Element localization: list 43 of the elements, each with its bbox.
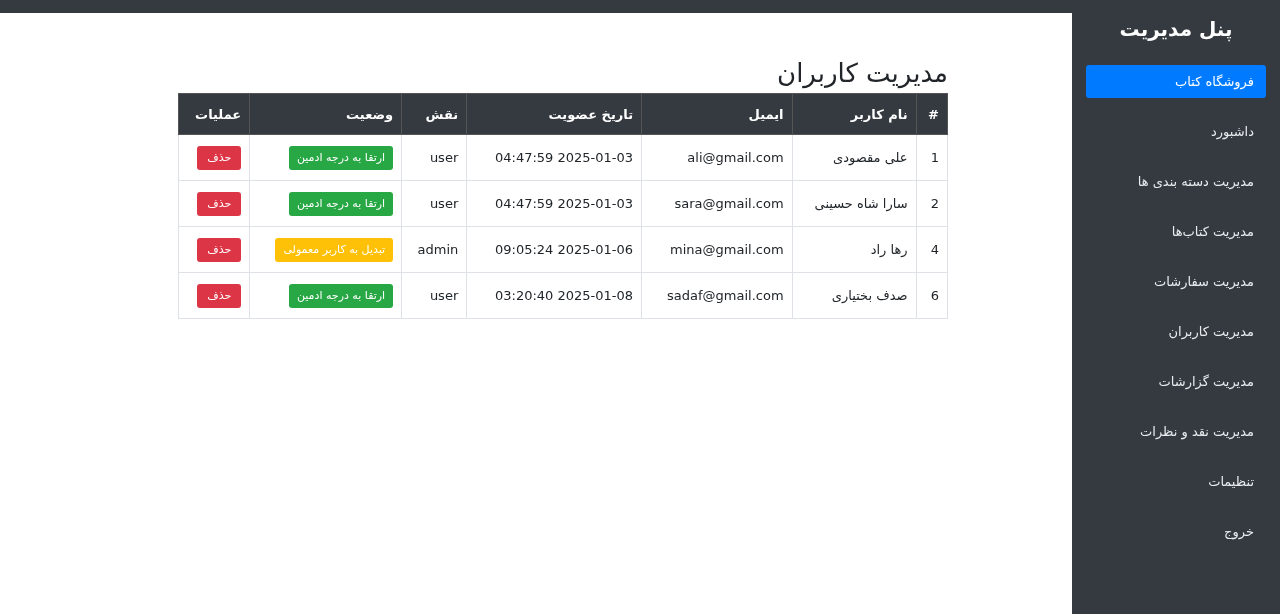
table-cell: sadaf@gmail.com: [641, 272, 793, 319]
sidebar-item[interactable]: خروج: [1086, 515, 1266, 548]
column-header: #: [916, 93, 948, 135]
sidebar-item[interactable]: مدیریت کاربران: [1086, 315, 1266, 348]
column-header: وضعیت: [249, 93, 402, 135]
table-cell: sara@gmail.com: [641, 180, 793, 227]
sidebar-title: پنل مدیریت: [1118, 17, 1234, 41]
column-header: تاریخ عضویت: [466, 93, 642, 135]
column-header: ایمیل: [641, 93, 793, 135]
table-cell: علی مقصودی: [792, 134, 917, 181]
delete-button[interactable]: حذف: [197, 283, 242, 308]
sidebar-item[interactable]: مدیریت گزارشات: [1086, 365, 1266, 398]
table-cell: mina@gmail.com: [641, 226, 793, 273]
table-cell: user: [401, 134, 467, 181]
delete-button[interactable]: حذف: [197, 237, 242, 262]
table-cell: 2025-01-03 04:47:59: [466, 134, 642, 181]
table-cell: 2: [916, 180, 948, 227]
table-cell: صدف بختیاری: [792, 272, 917, 319]
delete-button[interactable]: حذف: [197, 145, 242, 170]
column-header: نام کاربر: [792, 93, 917, 135]
table-cell: user: [401, 272, 467, 319]
table-cell: 4: [916, 226, 948, 273]
sidebar-item[interactable]: مدیریت نقد و نظرات: [1086, 415, 1266, 448]
sidebar-item[interactable]: مدیریت سفارشات: [1086, 265, 1266, 298]
table-cell: رها راد: [792, 226, 917, 273]
table-cell: user: [401, 180, 467, 227]
column-header: نقش: [401, 93, 467, 135]
table-cell: 2025-01-08 03:20:40: [466, 272, 642, 319]
delete-button[interactable]: حذف: [197, 191, 242, 216]
table-cell: 2025-01-03 04:47:59: [466, 180, 642, 227]
sidebar-item[interactable]: مدیریت کتاب‌ها: [1086, 215, 1266, 248]
table-cell: سارا شاه حسینی: [792, 180, 917, 227]
table-cell: 2025-01-06 09:05:24: [466, 226, 642, 273]
table-cell: 1: [916, 134, 948, 181]
table-cell: admin: [401, 226, 467, 273]
column-header: عملیات: [178, 93, 250, 135]
table-cell: ali@gmail.com: [641, 134, 793, 181]
sidebar-item[interactable]: داشبورد: [1086, 115, 1266, 148]
sidebar-item[interactable]: تنظیمات: [1086, 465, 1266, 498]
sidebar-item[interactable]: فروشگاه کتاب: [1086, 65, 1266, 98]
table-cell: 6: [916, 272, 948, 319]
page-title: مدیریت کاربران: [776, 57, 948, 91]
sidebar-item[interactable]: مدیریت دسته بندی ها: [1086, 165, 1266, 198]
